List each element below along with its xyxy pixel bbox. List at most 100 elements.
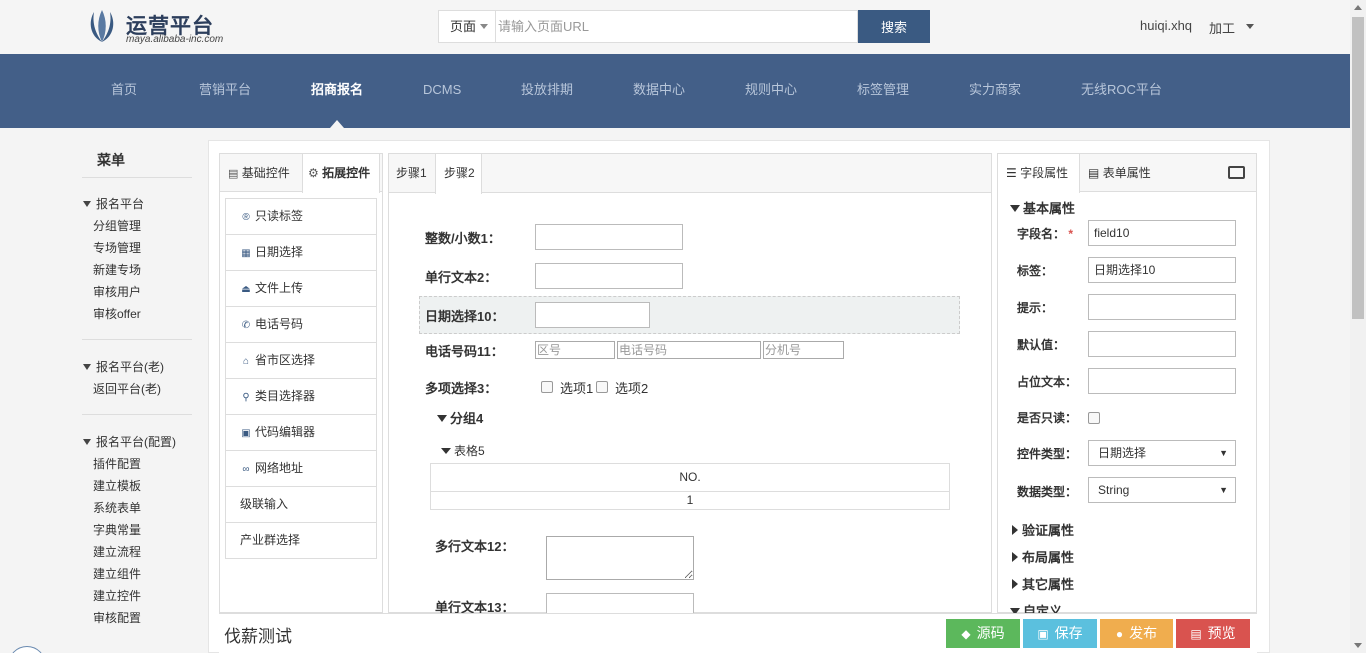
textarea12[interactable] [546, 536, 694, 580]
tab-field-properties[interactable]: ☰ 字段属性 [998, 154, 1080, 193]
tab-label: 基础控件 [241, 166, 290, 180]
nav-item-schedule[interactable]: 投放排期 [521, 54, 573, 128]
text2-input[interactable] [535, 263, 683, 289]
sidebar-item-return-old[interactable]: 返回平台(老) [93, 380, 161, 397]
sidebar-item-system-form[interactable]: 系统表单 [93, 499, 141, 516]
data-type-select[interactable]: String [1088, 477, 1236, 503]
sidebar-group-signup-config[interactable]: 报名平台(配置) [83, 433, 176, 450]
nav-item-data[interactable]: 数据中心 [633, 54, 685, 128]
tab-step2[interactable]: 步骤2 [435, 154, 482, 194]
section-label: 验证属性 [1022, 523, 1075, 538]
scroll-down-icon[interactable] [1354, 643, 1362, 648]
sidebar-item-build-component[interactable]: 建立组件 [93, 565, 141, 582]
logo[interactable]: 运营平台 maya.alibaba-inc.com [86, 8, 246, 48]
nav-item-home[interactable]: 首页 [111, 54, 137, 128]
fullscreen-icon[interactable] [1228, 166, 1245, 179]
number-input[interactable] [535, 224, 683, 250]
sidebar-item-dictionary[interactable]: 字典常量 [93, 521, 141, 538]
publish-button[interactable]: ● 发布 [1100, 619, 1173, 648]
readonly-checkbox[interactable] [1088, 412, 1100, 424]
prop-label-label: 标签： [1017, 264, 1054, 278]
sidebar-item-review-users[interactable]: 审核用户 [93, 283, 141, 300]
sidebar-item-review-offer[interactable]: 审核offer [93, 305, 141, 322]
logo-icon [90, 10, 114, 42]
phone-number-input[interactable]: 电话号码 [617, 341, 761, 359]
control-cascade-input[interactable]: 级联输入 [225, 486, 377, 523]
sidebar-group-signup[interactable]: 报名平台 [83, 195, 144, 212]
field-hint-input[interactable] [1088, 294, 1236, 320]
region-icon: ⌂ [242, 356, 250, 367]
text13-input[interactable] [546, 593, 694, 613]
sidebar-item-build-template[interactable]: 建立模板 [93, 477, 141, 494]
phone-ext-input[interactable]: 分机号 [763, 341, 844, 359]
sidebar-item-review-config[interactable]: 审核配置 [93, 609, 141, 626]
process-menu[interactable]: 加工 [1209, 18, 1235, 37]
help-icon[interactable] [8, 646, 46, 653]
user-name[interactable]: huiqi.xhq [1140, 18, 1192, 33]
control-readonly-label[interactable]: ® 只读标签 [225, 198, 377, 235]
nav-item-marketing[interactable]: 营销平台 [199, 54, 251, 128]
nav-item-tags[interactable]: 标签管理 [857, 54, 909, 128]
group4-header[interactable]: 分组4 [437, 408, 483, 427]
control-category-select[interactable]: ⚲ 类目选择器 [225, 378, 377, 415]
control-label: 只读标签 [255, 209, 304, 223]
control-region-select[interactable]: ⌂ 省市区选择 [225, 342, 377, 379]
control-industry-select[interactable]: 产业群选择 [225, 522, 377, 559]
source-button[interactable]: ◆ 源码 [946, 619, 1020, 648]
nav-item-dcms[interactable]: DCMS [423, 54, 461, 128]
phone-area-input[interactable]: 区号 [535, 341, 615, 359]
save-button[interactable]: ▣ 保存 [1023, 619, 1097, 648]
search-input[interactable] [496, 10, 858, 43]
control-type-select[interactable]: 日期选择 [1088, 440, 1236, 466]
search-button[interactable]: 搜索 [858, 10, 930, 43]
tab-form-properties[interactable]: ▤ 表单属性 [1088, 154, 1168, 192]
sidebar-item-plugin-config[interactable]: 插件配置 [93, 455, 141, 472]
custom-properties-header[interactable]: 自定义 [1010, 601, 1062, 613]
control-phone[interactable]: ✆ 电话号码 [225, 306, 377, 343]
option1-checkbox[interactable] [541, 381, 553, 393]
section-label: 其它属性 [1022, 577, 1075, 592]
sidebar-item-venue-manage[interactable]: 专场管理 [93, 239, 141, 256]
field-name-input[interactable]: field10 [1088, 220, 1236, 246]
layout-properties-header[interactable]: 布局属性 [1012, 547, 1074, 566]
field-label-textarea12: 多行文本12： [435, 539, 515, 554]
nav-item-roc[interactable]: 无线ROC平台 [1081, 54, 1162, 128]
scroll-up-icon[interactable] [1354, 5, 1362, 10]
sidebar-group-signup-old[interactable]: 报名平台(老) [83, 358, 164, 375]
button-label: 保存 [1054, 625, 1083, 641]
field-placeholder-input[interactable] [1088, 368, 1236, 394]
chevron-down-icon[interactable] [1246, 24, 1254, 29]
tab-step1[interactable]: 步骤1 [396, 154, 427, 193]
preview-button[interactable]: ▤ 预览 [1176, 619, 1250, 648]
button-label: 预览 [1207, 625, 1236, 641]
control-url[interactable]: ∞ 网络地址 [225, 450, 377, 487]
prop-label-default: 默认值： [1017, 338, 1066, 352]
sidebar-item-group-manage[interactable]: 分组管理 [93, 217, 141, 234]
field-default-input[interactable] [1088, 331, 1236, 357]
prop-label-name: 字段名： * [1017, 225, 1073, 242]
sidebar-item-build-flow[interactable]: 建立流程 [93, 543, 141, 560]
validation-properties-header[interactable]: 验证属性 [1012, 520, 1074, 539]
prop-label-hint: 提示： [1017, 301, 1054, 315]
basic-properties-header[interactable]: 基本属性 [1010, 198, 1075, 217]
control-code-editor[interactable]: ▣ 代码编辑器 [225, 414, 377, 451]
scrollbar-thumb[interactable] [1352, 17, 1364, 319]
search-scope-select[interactable]: 页面 [438, 10, 496, 43]
table5: NO. 1 [430, 463, 950, 510]
other-properties-header[interactable]: 其它属性 [1012, 574, 1074, 593]
tab-extended-controls[interactable]: ⚙ 拓展控件 [302, 154, 380, 193]
option2-checkbox[interactable] [596, 381, 608, 393]
table-header-no: NO. [431, 464, 949, 492]
nav-item-merchants[interactable]: 实力商家 [969, 54, 1021, 128]
nav-item-rules[interactable]: 规则中心 [745, 54, 797, 128]
date10-input[interactable] [535, 302, 650, 328]
nav-item-recruit[interactable]: 招商报名 [311, 54, 363, 128]
table5-header[interactable]: 表格5 [441, 442, 485, 459]
option1-label: 选项1 [560, 381, 594, 396]
sidebar-item-build-control[interactable]: 建立控件 [93, 587, 141, 604]
tab-basic-controls[interactable]: ▤ 基础控件 [228, 154, 304, 192]
sidebar-item-new-venue[interactable]: 新建专场 [93, 261, 141, 278]
control-file-upload[interactable]: ⏏ 文件上传 [225, 270, 377, 307]
field-label-input[interactable]: 日期选择10 [1088, 257, 1236, 283]
control-date-picker[interactable]: ▦ 日期选择 [225, 234, 377, 271]
